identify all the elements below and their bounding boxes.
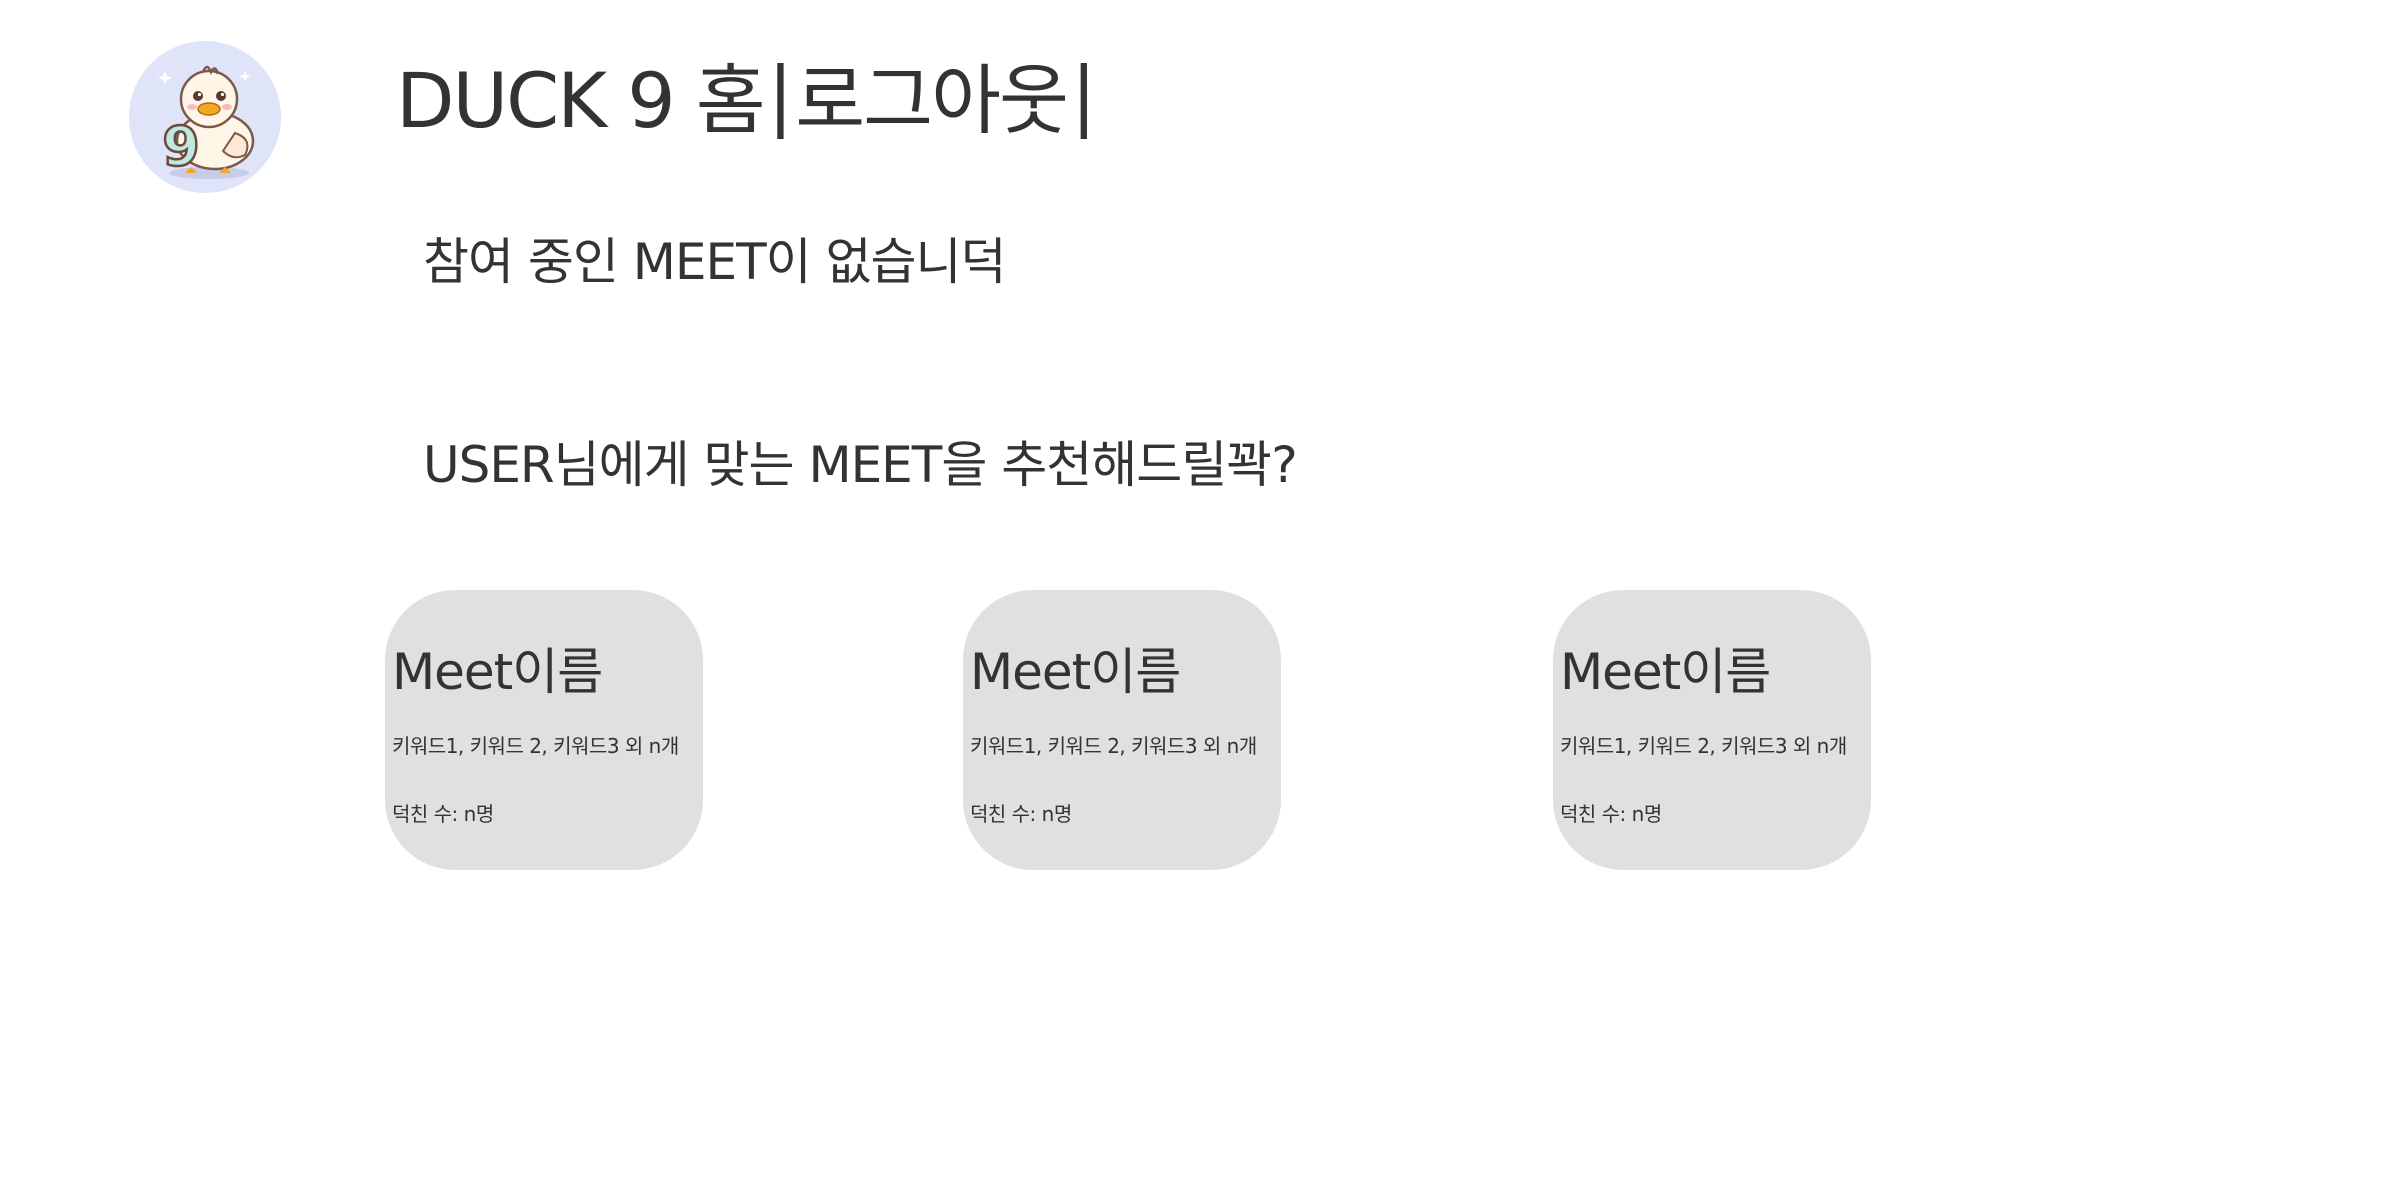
duck-mascot-icon: 9	[129, 41, 281, 193]
separator-left: |	[767, 49, 794, 139]
home-link[interactable]: DUCK 9 홈	[396, 39, 766, 149]
logo-badge-text: 9	[162, 115, 200, 178]
logout-link[interactable]: 로그아웃	[795, 39, 1069, 149]
meet-keywords: 키워드1, 키워드 2, 키워드3 외 n개	[970, 734, 1257, 758]
meet-keywords: 키워드1, 키워드 2, 키워드3 외 n개	[392, 734, 679, 758]
separator-right: |	[1070, 49, 1097, 139]
meet-name: Meet이름	[970, 643, 1181, 701]
meet-card[interactable]: Meet이름 키워드1, 키워드 2, 키워드3 외 n개 덕친 수: n명	[963, 590, 1281, 870]
meet-card[interactable]: Meet이름 키워드1, 키워드 2, 키워드3 외 n개 덕친 수: n명	[1553, 590, 1871, 870]
meet-member-count: 덕친 수: n명	[1560, 802, 1662, 826]
no-meet-message: 참여 중인 MEET이 없습니덕	[423, 233, 1007, 291]
recommend-heading: USER님에게 맞는 MEET을 추천해드릴꽉?	[423, 436, 1298, 494]
meet-keywords: 키워드1, 키워드 2, 키워드3 외 n개	[1560, 734, 1847, 758]
meet-member-count: 덕친 수: n명	[392, 802, 494, 826]
meet-name: Meet이름	[392, 643, 603, 701]
meet-name: Meet이름	[1560, 643, 1771, 701]
duck-logo[interactable]: 9	[129, 41, 281, 193]
meet-card[interactable]: Meet이름 키워드1, 키워드 2, 키워드3 외 n개 덕친 수: n명	[385, 590, 703, 870]
meet-member-count: 덕친 수: n명	[970, 802, 1072, 826]
header: DUCK 9 홈 | 로그아웃 |	[396, 44, 1099, 146]
